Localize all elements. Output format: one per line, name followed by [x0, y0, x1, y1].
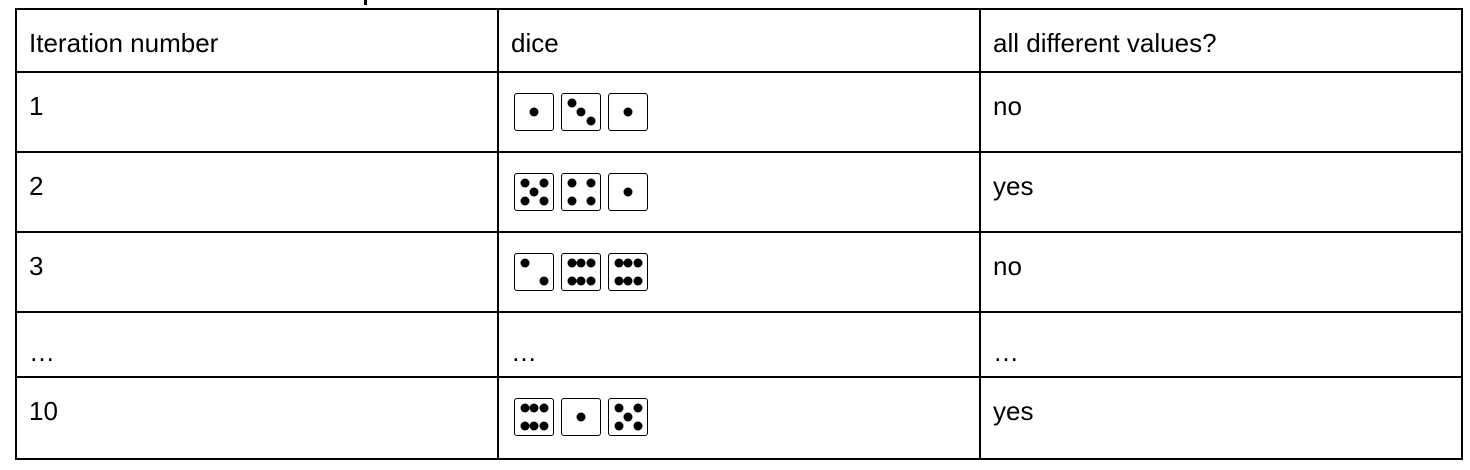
die-pip — [614, 276, 623, 286]
die-pip — [586, 178, 595, 188]
die-face-5-icon — [608, 398, 648, 436]
die-face-4-icon — [561, 173, 601, 211]
die-pip — [633, 403, 642, 413]
table-row: 1 no — [15, 71, 1463, 153]
die-pip — [539, 276, 548, 286]
die-pip — [614, 258, 623, 268]
dice-group — [499, 378, 979, 436]
die-pip — [586, 276, 595, 286]
die-pip — [539, 196, 548, 206]
dice-iterations-table: Iteration number dice all different valu… — [15, 8, 1463, 460]
iteration-cell: … — [15, 311, 499, 378]
die-face-6-icon — [514, 398, 554, 436]
dice-ellipsis: … — [511, 337, 537, 367]
table-row-ellipsis: … … … — [15, 311, 1463, 378]
die-face-1-icon — [561, 398, 601, 436]
die-pip — [567, 196, 576, 206]
die-pip — [529, 403, 539, 413]
die-pip — [567, 178, 576, 188]
iteration-number: 10 — [29, 396, 58, 426]
die-pip — [529, 107, 539, 117]
die-pip — [529, 421, 539, 431]
die-pip — [623, 276, 633, 286]
die-pip — [576, 276, 586, 286]
die-pip — [567, 276, 576, 286]
all-different-cell: … — [979, 311, 1463, 378]
die-pip — [623, 107, 633, 117]
all-different-value: no — [993, 251, 1022, 281]
die-pip — [576, 107, 586, 117]
die-pip — [586, 196, 595, 206]
die-pip — [633, 276, 642, 286]
die-face-1-icon — [608, 93, 648, 131]
cropped-text-fragment — [364, 0, 367, 5]
die-face-6-icon — [608, 253, 648, 291]
die-pip — [539, 178, 548, 188]
iteration-cell: 2 — [15, 151, 499, 233]
table-row: 2 yes — [15, 151, 1463, 233]
die-pip — [586, 258, 595, 268]
iteration-ellipsis: … — [29, 337, 55, 367]
die-pip — [567, 258, 576, 268]
all-different-ellipsis: … — [993, 337, 1019, 367]
header-iteration-number: Iteration number — [29, 28, 219, 58]
die-pip — [529, 187, 539, 197]
die-pip — [520, 403, 529, 413]
all-different-cell: no — [979, 231, 1463, 313]
die-pip — [520, 258, 529, 268]
die-pip — [623, 187, 633, 197]
die-face-5-icon — [514, 173, 554, 211]
iteration-number: 3 — [29, 251, 44, 281]
dice-cell — [497, 151, 981, 233]
all-different-cell: yes — [979, 151, 1463, 233]
die-face-1-icon — [608, 173, 648, 211]
all-different-value: yes — [993, 396, 1034, 426]
all-different-cell: yes — [979, 376, 1463, 460]
die-pip — [623, 258, 633, 268]
dice-cell — [497, 376, 981, 460]
dice-cell — [497, 71, 981, 153]
iteration-number: 1 — [29, 91, 44, 121]
die-pip — [633, 421, 642, 431]
die-face-1-icon — [514, 93, 554, 131]
iteration-cell: 1 — [15, 71, 499, 153]
dice-cell — [497, 231, 981, 313]
all-different-value: no — [993, 91, 1022, 121]
die-pip — [539, 421, 548, 431]
die-pip — [623, 412, 633, 422]
table-row: 10 yes — [15, 376, 1463, 460]
die-pip — [586, 116, 595, 126]
table-header-row: Iteration number dice all different valu… — [15, 8, 1463, 73]
die-pip — [567, 98, 576, 108]
header-all-different: all different values? — [993, 28, 1217, 58]
dice-group — [499, 233, 979, 291]
die-pip — [520, 421, 529, 431]
all-different-cell: no — [979, 71, 1463, 153]
die-pip — [576, 412, 586, 422]
iteration-cell: 10 — [15, 376, 499, 460]
dice-group — [499, 153, 979, 211]
header-dice-cell: dice — [497, 8, 981, 73]
header-all-different-cell: all different values? — [979, 8, 1463, 73]
die-face-6-icon — [561, 253, 601, 291]
dice-group — [499, 73, 979, 131]
table-row: 3 no — [15, 231, 1463, 313]
header-dice: dice — [511, 28, 559, 58]
iteration-cell: 3 — [15, 231, 499, 313]
dice-cell: … — [497, 311, 981, 378]
die-pip — [614, 403, 623, 413]
die-face-3-icon — [561, 93, 601, 131]
header-iteration-cell: Iteration number — [15, 8, 499, 73]
die-pip — [576, 258, 586, 268]
iteration-number: 2 — [29, 171, 44, 201]
die-pip — [520, 178, 529, 188]
die-face-2-icon — [514, 253, 554, 291]
die-pip — [614, 421, 623, 431]
die-pip — [520, 196, 529, 206]
die-pip — [539, 403, 548, 413]
all-different-value: yes — [993, 171, 1034, 201]
die-pip — [633, 258, 642, 268]
